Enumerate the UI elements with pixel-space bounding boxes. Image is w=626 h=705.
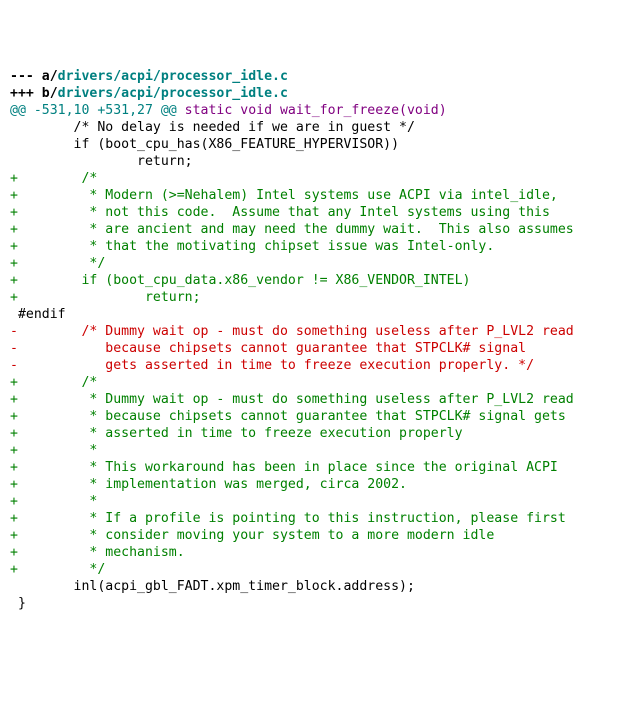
- diff-line-add: + * that the motivating chipset issue wa…: [10, 238, 622, 255]
- hunk-range: @@ -531,10 +531,27 @@: [10, 103, 177, 118]
- diff-line-add: + * Dummy wait op - must do something us…: [10, 391, 622, 408]
- diff-line-ctx: }: [10, 595, 622, 612]
- diff-line-add: + * because chipsets cannot guarantee th…: [10, 408, 622, 425]
- diff-line-ctx: /* No delay is needed if we are in guest…: [10, 119, 622, 136]
- diff-line-add: + *: [10, 493, 622, 510]
- diff-line-add: + * mechanism.: [10, 544, 622, 561]
- diff-line-ctx: inl(acpi_gbl_FADT.xpm_timer_block.addres…: [10, 578, 622, 595]
- diff-line-add: + return;: [10, 289, 622, 306]
- file-b-path: drivers/acpi/processor_idle.c: [58, 86, 288, 101]
- diff-line-ctx: #endif: [10, 306, 622, 323]
- diff-line-add: + */: [10, 561, 622, 578]
- diff-line-add: + *: [10, 442, 622, 459]
- diff-line-add: + * implementation was merged, circa 200…: [10, 476, 622, 493]
- diff-line-add: + * This workaround has been in place si…: [10, 459, 622, 476]
- diff-line-del: - /* Dummy wait op - must do something u…: [10, 323, 622, 340]
- diff-line-add: + /*: [10, 170, 622, 187]
- diff-line-add: + * are ancient and may need the dummy w…: [10, 221, 622, 238]
- file-a-prefix: --- a/: [10, 69, 58, 84]
- diff-line-add: + * If a profile is pointing to this ins…: [10, 510, 622, 527]
- hunk-context: static void wait_for_freeze(void): [177, 103, 447, 118]
- diff-line-add: + * asserted in time to freeze execution…: [10, 425, 622, 442]
- diff-line-add: + if (boot_cpu_data.x86_vendor != X86_VE…: [10, 272, 622, 289]
- diff-line-del: - because chipsets cannot guarantee that…: [10, 340, 622, 357]
- diff-line-ctx: return;: [10, 153, 622, 170]
- diff-line-del: - gets asserted in time to freeze execut…: [10, 357, 622, 374]
- hunk-header: @@ -531,10 +531,27 @@ static void wait_f…: [10, 102, 622, 119]
- file-a-path: drivers/acpi/processor_idle.c: [58, 69, 288, 84]
- diff-line-ctx: if (boot_cpu_has(X86_FEATURE_HYPERVISOR)…: [10, 136, 622, 153]
- diff-line-add: + * not this code. Assume that any Intel…: [10, 204, 622, 221]
- file-b-prefix: +++ b/: [10, 86, 58, 101]
- file-header-b: +++ b/drivers/acpi/processor_idle.c: [10, 85, 622, 102]
- diff-line-add: + */: [10, 255, 622, 272]
- diff-line-add: + * Modern (>=Nehalem) Intel systems use…: [10, 187, 622, 204]
- diff-line-add: + /*: [10, 374, 622, 391]
- file-header-a: --- a/drivers/acpi/processor_idle.c: [10, 68, 622, 85]
- diff-line-add: + * consider moving your system to a mor…: [10, 527, 622, 544]
